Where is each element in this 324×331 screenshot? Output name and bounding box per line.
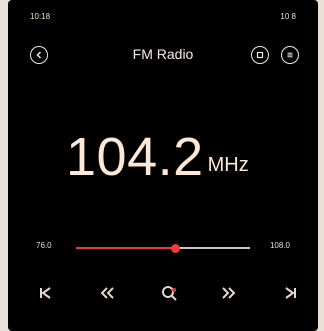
- frequency-value: 104.2: [66, 127, 204, 187]
- frequency-unit: MHz: [207, 154, 249, 176]
- seek-forward-icon-glyph: [222, 287, 236, 299]
- menu-icon[interactable]: [281, 46, 299, 64]
- status-indicators: 10 8: [280, 12, 296, 21]
- seek-back-icon-glyph: [100, 287, 114, 299]
- slider-max-label: 108.0: [269, 241, 290, 250]
- menu-icon-glyph: [287, 52, 293, 58]
- slider-thumb[interactable]: [170, 243, 180, 253]
- skip-previous-icon-glyph: [40, 287, 51, 299]
- slider-fill: [76, 247, 176, 249]
- search-icon[interactable]: [158, 282, 180, 304]
- app-frame: 10:18 10 8 FM Radio 104.2 MHz 76.0 108.0: [8, 0, 318, 331]
- skip-next-icon[interactable]: [280, 282, 302, 304]
- seek-back-icon[interactable]: [96, 282, 118, 304]
- playback-controls: [8, 282, 318, 304]
- seek-forward-icon[interactable]: [218, 282, 240, 304]
- top-bar: FM Radio: [8, 40, 318, 68]
- status-bar: 10:18 10 8: [30, 10, 296, 24]
- skip-next-icon-glyph: [285, 287, 296, 299]
- search-icon-glyph: [162, 286, 177, 301]
- slider-track[interactable]: [76, 243, 250, 253]
- page-title: FM Radio: [132, 46, 194, 62]
- record-icon[interactable]: [251, 46, 269, 64]
- status-time: 10:18: [30, 12, 51, 21]
- frequency-display: 104.2 MHz: [66, 126, 249, 188]
- skip-previous-icon[interactable]: [34, 282, 56, 304]
- record-icon-glyph: [256, 51, 264, 59]
- frequency-slider[interactable]: 76.0 108.0: [36, 240, 290, 254]
- slider-min-label: 76.0: [36, 241, 52, 250]
